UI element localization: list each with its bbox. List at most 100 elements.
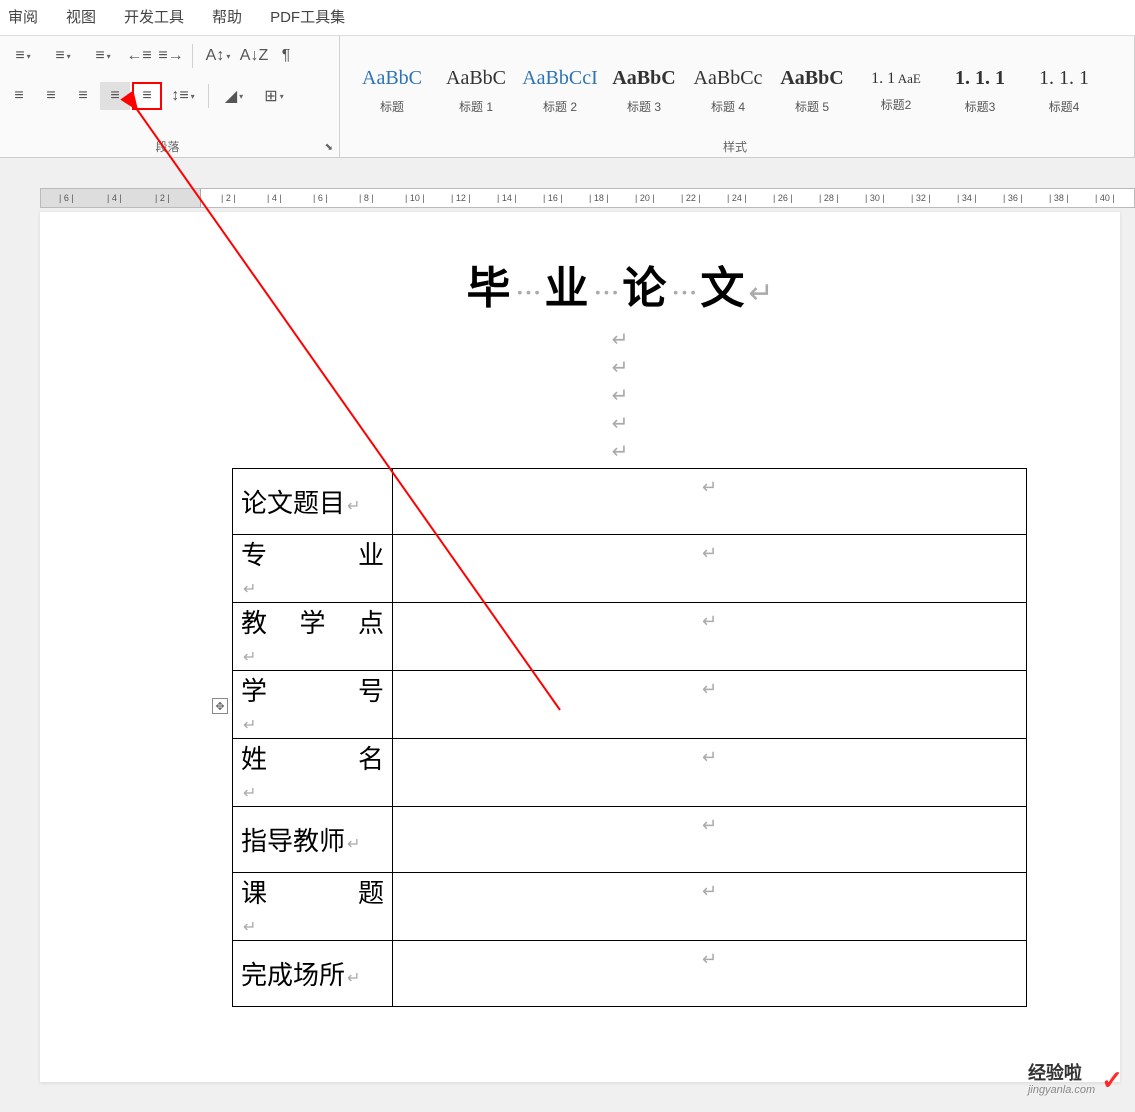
table-row: 学号↵ ↵	[233, 671, 1027, 739]
ruler-tick: | 8 |	[359, 193, 374, 203]
table-label-cell[interactable]: 指导教师↵	[233, 807, 393, 873]
table-value-cell[interactable]: ↵	[393, 807, 1027, 873]
numbering-button[interactable]: ≡▾	[44, 42, 82, 70]
horizontal-ruler[interactable]: | 6 || 4 || 2 || 2 || 4 || 6 || 8 || 10 …	[40, 188, 1135, 208]
style-item-1[interactable]: AaBbC标题 1	[434, 48, 518, 134]
paragraph-mark-icon: ↵	[702, 881, 717, 902]
table-value-cell[interactable]: ↵	[393, 873, 1027, 941]
multilevel-button[interactable]: ≡▾	[84, 42, 122, 70]
shading-button[interactable]: ◢▾	[215, 82, 253, 110]
table-value-cell[interactable]: ↵	[393, 535, 1027, 603]
menu-bar: 审阅 视图 开发工具 帮助 PDF工具集	[0, 0, 1135, 36]
table-label-cell[interactable]: 姓名↵	[233, 739, 393, 807]
ruler-tick: | 6 |	[313, 193, 328, 203]
decrease-indent-button[interactable]: ←≡	[124, 42, 154, 70]
style-item-8[interactable]: 1. 1. 1标题4	[1022, 48, 1106, 134]
table-label-cell[interactable]: 论文题目↵	[233, 469, 393, 535]
paragraph-mark-icon: ↵	[347, 970, 360, 987]
paragraph-dialog-launcher[interactable]: ⬊	[325, 142, 333, 153]
paragraph-mark-icon: ↵	[702, 949, 717, 970]
style-preview: 1. 1. 1	[955, 67, 1005, 90]
ruler-tick: | 12 |	[451, 193, 471, 203]
table-row: 教学点↵↵	[233, 603, 1027, 671]
style-preview: AaBbC	[362, 67, 422, 90]
table-value-cell[interactable]: ↵	[393, 671, 1027, 739]
paragraph-mark-icon: ↵	[190, 410, 1050, 438]
watermark-cn: 经验啦	[1028, 1064, 1082, 1084]
style-item-7[interactable]: 1. 1. 1标题3	[938, 48, 1022, 134]
paragraph-mark-icon: ↵	[702, 679, 717, 700]
borders-button[interactable]: ⊞▾	[255, 82, 293, 110]
menu-devtools[interactable]: 开发工具	[124, 6, 184, 27]
table-value-cell[interactable]: ↵	[393, 603, 1027, 671]
ruler-tick: | 34 |	[957, 193, 977, 203]
ribbon: ≡▾ ≡▾ ≡▾ ←≡ ≡→ A↕▾ A↓Z ¶ ≡ ≡ ≡ ≡ ≡ ↕≡▾ ◢…	[0, 36, 1135, 158]
paragraph-mark-icon: ↵	[347, 836, 360, 853]
menu-review[interactable]: 审阅	[8, 6, 38, 27]
menu-view[interactable]: 视图	[66, 6, 96, 27]
distribute-button[interactable]: ≡	[132, 82, 162, 110]
justify-button[interactable]: ≡	[100, 82, 130, 110]
table-row: 课题↵ ↵	[233, 873, 1027, 941]
document-page[interactable]: 毕 ··· 业 ··· 论 ··· 文 ↵ ↵ ↵ ↵ ↵ ↵ ✥ 论文题目↵↵…	[40, 212, 1120, 1082]
menu-help[interactable]: 帮助	[212, 6, 242, 27]
table-label-cell[interactable]: 教学点↵	[233, 603, 393, 671]
ruler-tick: | 38 |	[1049, 193, 1069, 203]
style-item-0[interactable]: AaBbC 标题	[350, 48, 434, 134]
style-item-2[interactable]: AaBbCcI标题 2	[518, 48, 602, 134]
paragraph-group: ≡▾ ≡▾ ≡▾ ←≡ ≡→ A↕▾ A↓Z ¶ ≡ ≡ ≡ ≡ ≡ ↕≡▾ ◢…	[0, 36, 340, 157]
style-preview: AaBbCc	[694, 67, 763, 90]
ruler-tick: | 2 |	[155, 193, 170, 203]
dots-icon: ···	[592, 274, 618, 311]
styles-group-label: 样式	[344, 134, 1126, 155]
title-char: 文	[700, 252, 744, 316]
chevron-down-icon: ▾	[191, 92, 195, 101]
sort-button[interactable]: A↓Z	[239, 42, 269, 70]
table-value-cell[interactable]: ↵	[393, 941, 1027, 1007]
document-title: 毕 ··· 业 ··· 论 ··· 文 ↵	[190, 252, 1050, 316]
table-label-cell[interactable]: 完成场所↵	[233, 941, 393, 1007]
style-item-5[interactable]: AaBbC标题 5	[770, 48, 854, 134]
chevron-down-icon: ▾	[280, 92, 284, 101]
menu-pdftools[interactable]: PDF工具集	[270, 6, 345, 27]
ruler-tick: | 4 |	[267, 193, 282, 203]
align-left-button[interactable]: ≡	[4, 82, 34, 110]
table-row: 姓名↵ ↵	[233, 739, 1027, 807]
ruler-tick: | 28 |	[819, 193, 839, 203]
style-item-4[interactable]: AaBbCc标题 4	[686, 48, 770, 134]
increase-indent-button[interactable]: ≡→	[156, 42, 186, 70]
paragraph-mark-icon: ↵	[347, 498, 360, 515]
paragraph-mark-icon: ↵	[243, 649, 256, 666]
style-name: 标题	[380, 98, 404, 115]
style-preview: AaBbC	[612, 67, 675, 90]
styles-gallery: AaBbC标题AaBbC标题 1AaBbCcI标题 2AaBbC标题 3AaBb…	[344, 42, 1126, 134]
table-label-cell[interactable]: 专业↵	[233, 535, 393, 603]
show-marks-button[interactable]: ¶	[271, 42, 301, 70]
ruler-tick: | 26 |	[773, 193, 793, 203]
char-scale-button[interactable]: A↕▾	[199, 42, 237, 70]
align-center-button[interactable]: ≡	[36, 82, 66, 110]
ruler-tick: | 6 |	[59, 193, 74, 203]
divider	[192, 44, 193, 68]
ruler-tick: | 18 |	[589, 193, 609, 203]
chevron-down-icon: ▾	[107, 52, 111, 61]
table-value-cell[interactable]: ↵	[393, 469, 1027, 535]
align-right-button[interactable]: ≡	[68, 82, 98, 110]
table-row: 完成场所↵↵	[233, 941, 1027, 1007]
table-move-handle[interactable]: ✥	[212, 698, 228, 714]
line-spacing-button[interactable]: ↕≡▾	[164, 82, 202, 110]
style-item-3[interactable]: AaBbC标题 3	[602, 48, 686, 134]
table-value-cell[interactable]: ↵	[393, 739, 1027, 807]
table-label-cell[interactable]: 课题↵	[233, 873, 393, 941]
style-item-6[interactable]: 1. 1 AaE标题2	[854, 48, 938, 134]
style-name: 标题 5	[795, 98, 829, 115]
paragraph-mark-icon: ↵	[748, 276, 773, 311]
table-label-cell[interactable]: 学号↵	[233, 671, 393, 739]
styles-group: AaBbC标题AaBbC标题 1AaBbCcI标题 2AaBbC标题 3AaBb…	[340, 36, 1135, 157]
paragraph-mark-icon: ↵	[702, 747, 717, 768]
info-table: 论文题目↵↵专业↵↵教学点↵↵学号↵↵姓名↵↵指导教师↵↵课题↵↵完成场所↵↵	[232, 468, 1027, 1007]
ruler-tick: | 22 |	[681, 193, 701, 203]
title-char: 业	[544, 252, 588, 316]
style-name: 标题 2	[543, 98, 577, 115]
bullets-button[interactable]: ≡▾	[4, 42, 42, 70]
